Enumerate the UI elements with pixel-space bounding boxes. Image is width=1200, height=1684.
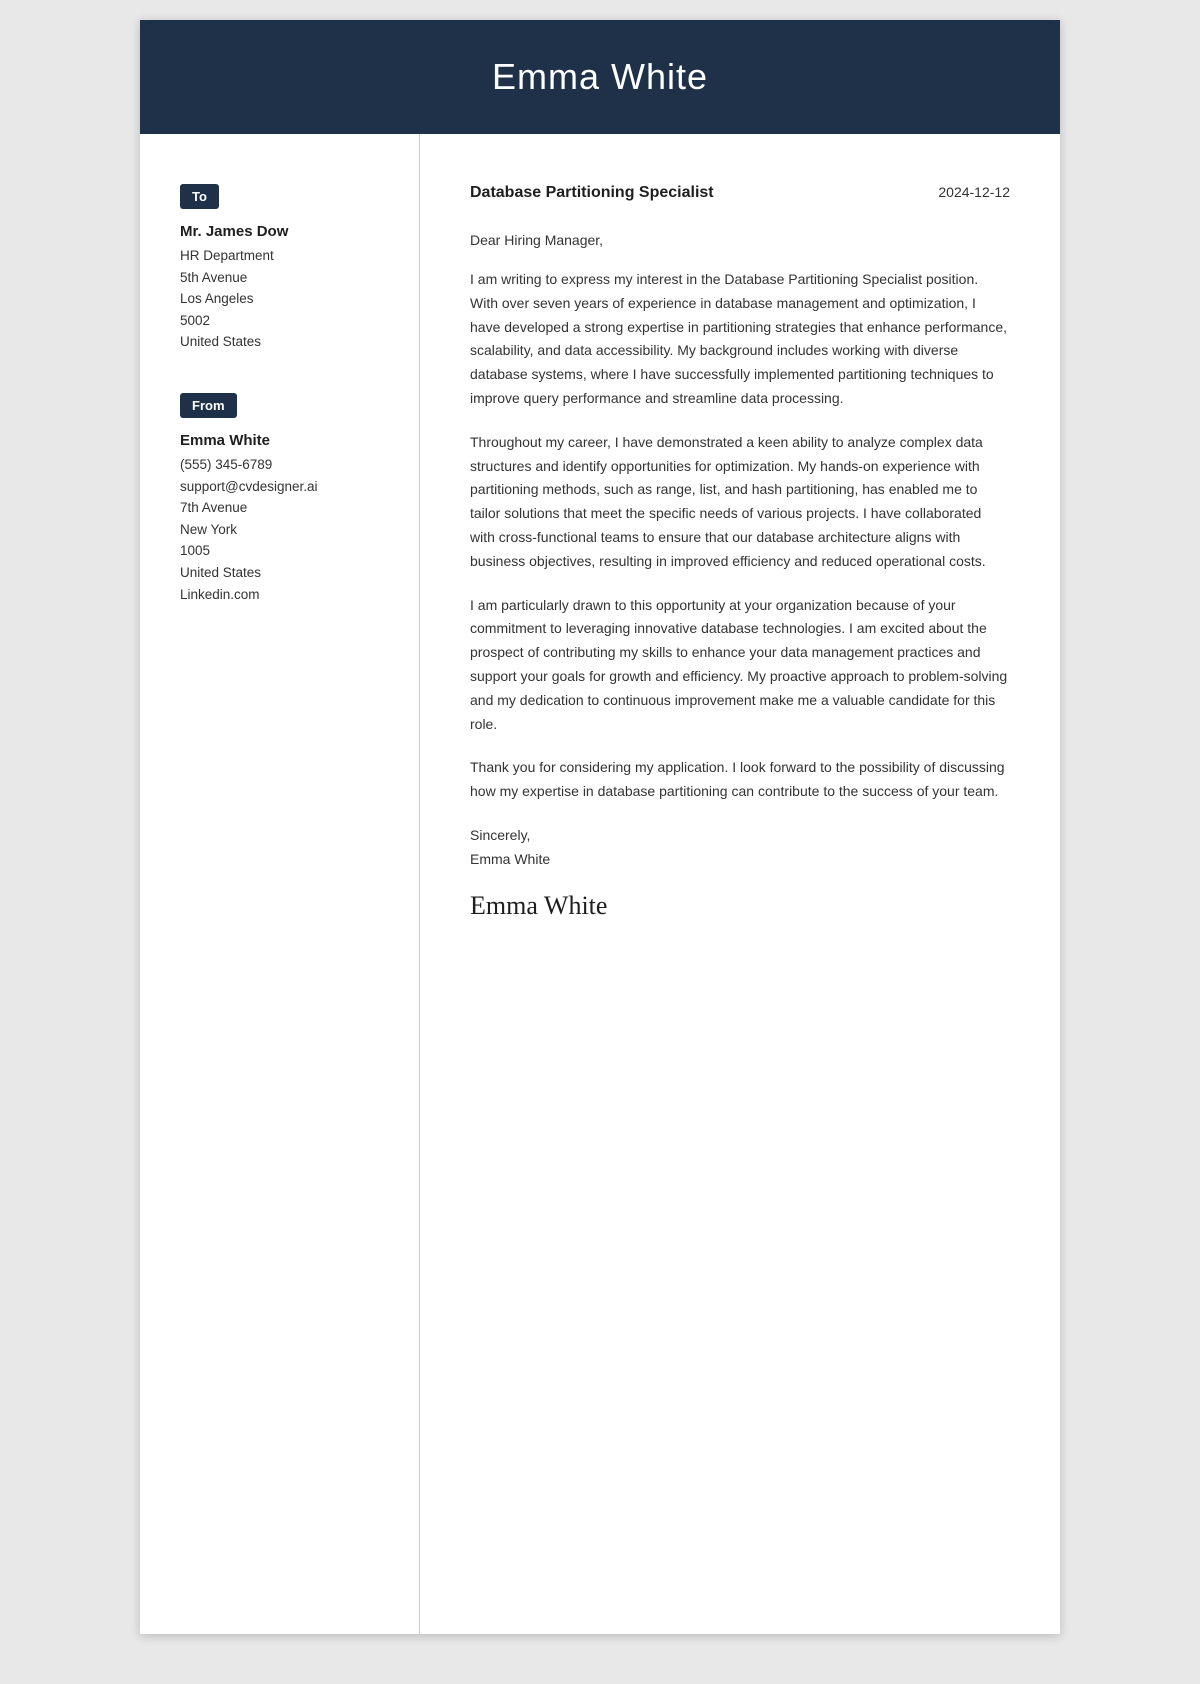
to-section: To Mr. James Dow HR Department 5th Avenu…: [180, 184, 389, 353]
from-line3: 1005: [180, 540, 389, 562]
from-line1: 7th Avenue: [180, 497, 389, 519]
from-email: support@cvdesigner.ai: [180, 476, 389, 498]
header-name: Emma White: [180, 56, 1020, 98]
from-line4: United States: [180, 562, 389, 584]
closing-line1: Sincerely,: [470, 824, 1010, 848]
to-badge: To: [180, 184, 219, 209]
letter-body: I am writing to express my interest in t…: [470, 268, 1010, 804]
signature: Emma White: [470, 884, 1010, 928]
content: To Mr. James Dow HR Department 5th Avenu…: [140, 134, 1060, 1634]
sidebar: To Mr. James Dow HR Department 5th Avenu…: [140, 134, 420, 1634]
closing: Sincerely, Emma White Emma White: [470, 824, 1010, 928]
page: Emma White To Mr. James Dow HR Departmen…: [140, 20, 1060, 1634]
to-name: Mr. James Dow: [180, 223, 389, 240]
from-phone: (555) 345-6789: [180, 454, 389, 476]
letter-date: 2024-12-12: [938, 184, 1010, 200]
salutation: Dear Hiring Manager,: [470, 232, 1010, 248]
paragraph3: I am particularly drawn to this opportun…: [470, 594, 1010, 737]
header: Emma White: [140, 20, 1060, 134]
paragraph2: Throughout my career, I have demonstrate…: [470, 431, 1010, 574]
letter-header: Database Partitioning Specialist 2024-12…: [470, 184, 1010, 202]
from-line5: Linkedin.com: [180, 584, 389, 606]
from-badge: From: [180, 393, 237, 418]
to-line4: 5002: [180, 310, 389, 332]
main-content: Database Partitioning Specialist 2024-12…: [420, 134, 1060, 1634]
to-line1: HR Department: [180, 245, 389, 267]
from-line2: New York: [180, 519, 389, 541]
to-line5: United States: [180, 331, 389, 353]
from-name: Emma White: [180, 432, 389, 449]
job-title: Database Partitioning Specialist: [470, 184, 714, 202]
paragraph1: I am writing to express my interest in t…: [470, 268, 1010, 411]
from-section: From Emma White (555) 345-6789 support@c…: [180, 393, 389, 605]
to-line2: 5th Avenue: [180, 267, 389, 289]
to-line3: Los Angeles: [180, 288, 389, 310]
paragraph4: Thank you for considering my application…: [470, 756, 1010, 804]
closing-line2: Emma White: [470, 848, 1010, 872]
